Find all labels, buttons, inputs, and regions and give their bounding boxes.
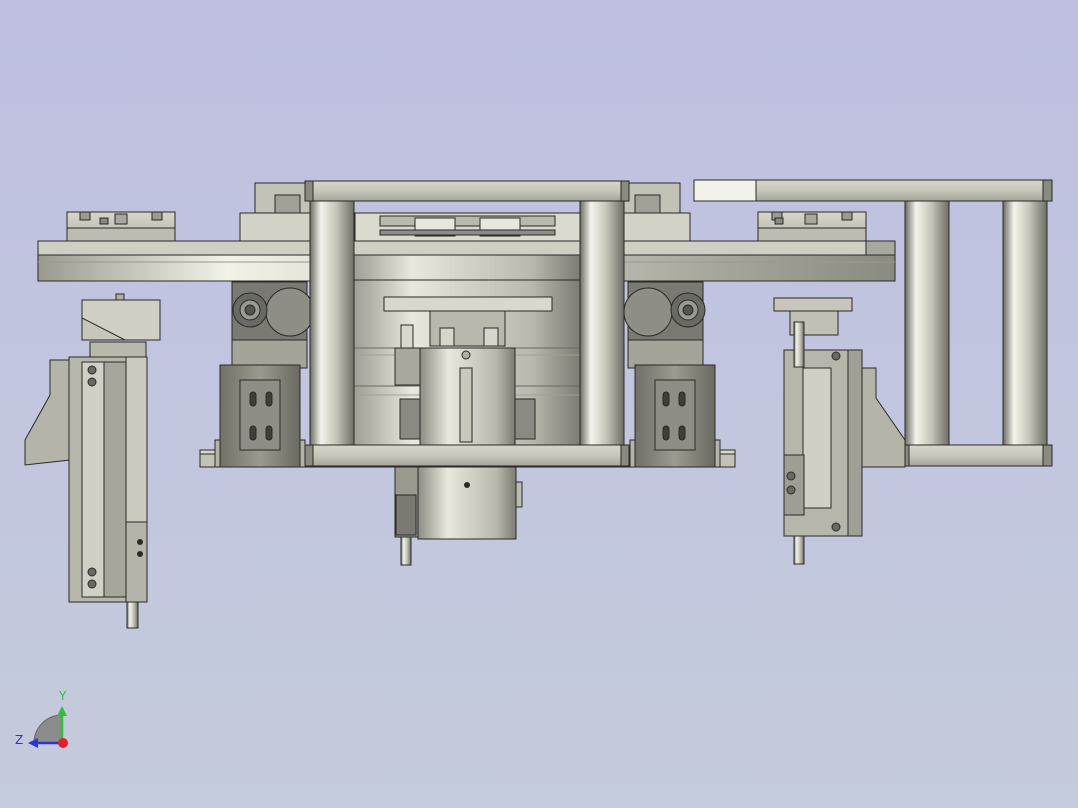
left-vertical-slide [24,293,161,629]
triad-quadrant-icon [33,714,63,744]
left-roller-assembly [214,281,315,468]
right-vertical-slide [773,297,906,565]
assembly-front-view[interactable]: Y Z [0,0,1078,808]
left-top-fixture [66,211,176,242]
z-axis-arrowhead-icon [28,738,38,748]
z-axis-label: Z [15,733,23,747]
right-roller-assembly [623,281,721,468]
y-axis-arrowhead-icon [57,706,67,716]
x-axis-dot-icon [58,738,68,748]
y-axis-label: Y [58,689,67,703]
cad-viewport[interactable]: Y Z [0,0,1078,808]
view-orientation-triad[interactable]: Y Z [15,689,68,748]
